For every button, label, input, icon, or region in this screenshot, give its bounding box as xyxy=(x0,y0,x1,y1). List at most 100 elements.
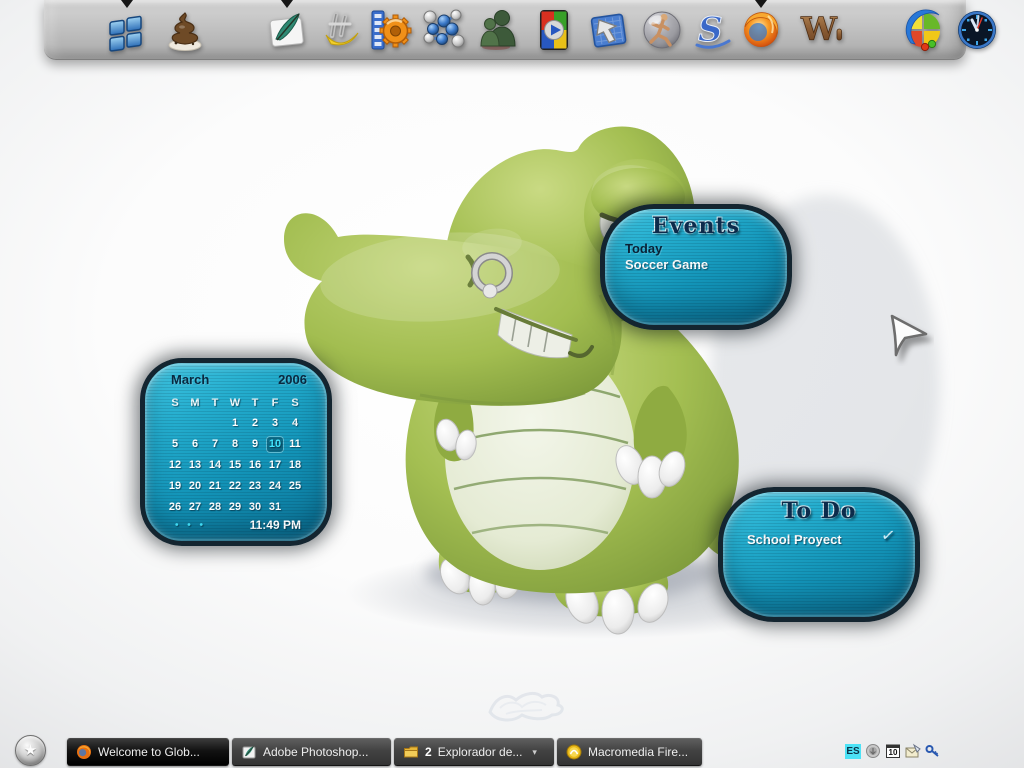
folder-go-icon[interactable] xyxy=(586,7,632,53)
calendar-day[interactable]: 28 xyxy=(206,499,224,516)
calendar-day[interactable]: 11 xyxy=(286,436,304,453)
top-dock: S W xyxy=(44,0,966,60)
mail-icon[interactable] xyxy=(905,743,921,759)
swish-s-icon[interactable]: S xyxy=(689,7,735,53)
calendar-day[interactable]: 26 xyxy=(166,499,184,516)
system-tray: ES 10 xyxy=(845,742,941,760)
start-orb-button[interactable]: ★ xyxy=(15,735,46,766)
svg-text:S: S xyxy=(698,10,723,50)
poser-figure-icon[interactable] xyxy=(639,7,685,53)
theme-pinwheel-icon[interactable] xyxy=(901,7,947,53)
update-globe-icon[interactable] xyxy=(865,743,881,759)
folder-icon xyxy=(403,744,419,760)
calendar-day[interactable]: 17 xyxy=(266,457,284,474)
events-entry[interactable]: Soccer Game xyxy=(625,257,708,272)
calendar-day[interactable]: 31 xyxy=(266,499,284,516)
calendar-day-selected[interactable]: 10 xyxy=(266,436,284,453)
calendar-clock: 11:49 PM xyxy=(250,518,301,532)
calendar-day[interactable]: 14 xyxy=(206,457,224,474)
star-icon: ★ xyxy=(24,743,37,758)
molecule-icon[interactable] xyxy=(421,7,467,53)
day-header: S xyxy=(171,397,178,409)
check-icon[interactable]: ✓ xyxy=(879,525,896,547)
video-gear-icon[interactable] xyxy=(368,7,414,53)
taskbar-button-firefox[interactable]: Welcome to Glob... xyxy=(67,738,229,766)
taskbar-button-fireworks[interactable]: Macromedia Fire... xyxy=(557,738,702,766)
calendar-day[interactable]: 5 xyxy=(166,436,184,453)
calendar-day[interactable]: 29 xyxy=(226,499,244,516)
tray-calendar-icon[interactable]: 10 xyxy=(885,743,901,759)
events-widget[interactable]: Events Today Soccer Game xyxy=(600,204,792,330)
day-header: F xyxy=(272,397,279,409)
poop-game-icon[interactable] xyxy=(162,7,208,53)
taskbar: Welcome to Glob... Adobe Photoshop... 2 … xyxy=(67,738,702,766)
calendar-day[interactable]: 27 xyxy=(186,499,204,516)
firefox-icon xyxy=(76,744,92,760)
calendar-day[interactable]: 2 xyxy=(246,415,264,432)
calendar-day[interactable]: 25 xyxy=(286,478,304,495)
day-header: T xyxy=(212,397,219,409)
calendar-day[interactable]: 1 xyxy=(226,415,244,432)
taskbar-button-photoshop[interactable]: Adobe Photoshop... xyxy=(232,738,391,766)
day-header: M xyxy=(190,397,199,409)
calendar-header: March 2006 xyxy=(171,372,307,387)
photoshop-feather-icon[interactable] xyxy=(264,7,310,53)
day-header: S xyxy=(291,397,298,409)
calendar-day[interactable]: 12 xyxy=(166,457,184,474)
calendar-day[interactable]: 30 xyxy=(246,499,264,516)
calendar-day[interactable]: 8 xyxy=(226,436,244,453)
group-count: 2 xyxy=(425,745,432,759)
calendar-day[interactable]: 15 xyxy=(226,457,244,474)
calendar-grid: S M T W T F S 1 2 3 4 5 6 7 8 9 10 11 12… xyxy=(165,392,305,518)
clock-icon[interactable] xyxy=(954,7,1000,53)
photoshop-icon xyxy=(241,744,257,760)
calendar-month: March xyxy=(171,372,209,387)
calendar-day[interactable]: 24 xyxy=(266,478,284,495)
calendar-day[interactable]: 3 xyxy=(266,415,284,432)
messenger-people-icon[interactable] xyxy=(474,7,520,53)
windows-icon[interactable] xyxy=(104,7,150,53)
fireworks-icon xyxy=(566,744,582,760)
key-icon[interactable] xyxy=(925,743,941,759)
firefox-icon[interactable] xyxy=(738,7,784,53)
calendar-day[interactable]: 6 xyxy=(186,436,204,453)
word-w-icon[interactable]: W xyxy=(799,7,845,53)
language-indicator[interactable]: ES xyxy=(845,744,861,759)
calendar-day[interactable]: 18 xyxy=(286,457,304,474)
calendar-day[interactable]: 21 xyxy=(206,478,224,495)
running-indicator xyxy=(121,0,133,8)
calendar-year: 2006 xyxy=(278,372,307,387)
svg-text:10: 10 xyxy=(889,748,898,757)
todo-title: To Do xyxy=(723,498,915,524)
calendar-day[interactable]: 23 xyxy=(246,478,264,495)
svg-text:W: W xyxy=(800,10,838,48)
todo-entry[interactable]: School Proyect xyxy=(747,532,842,547)
taskbar-button-label: Adobe Photoshop... xyxy=(263,745,368,759)
taskbar-button-label: Macromedia Fire... xyxy=(588,745,688,759)
taskbar-button-explorer-group[interactable]: 2 Explorador de... ▾ xyxy=(394,738,554,766)
calendar-widget[interactable]: March 2006 S M T W T F S 1 2 3 4 5 6 7 8… xyxy=(140,358,332,546)
media-player-icon[interactable] xyxy=(531,7,577,53)
running-indicator xyxy=(281,0,293,8)
calendar-day[interactable]: 13 xyxy=(186,457,204,474)
calendar-day[interactable]: 7 xyxy=(206,436,224,453)
calendar-day[interactable]: 4 xyxy=(286,415,304,432)
events-day-label: Today xyxy=(625,241,662,256)
calendar-day xyxy=(206,415,224,432)
chevron-down-icon[interactable]: ▾ xyxy=(532,747,537,758)
events-title: Events xyxy=(605,213,787,239)
day-header: T xyxy=(252,397,259,409)
calendar-day xyxy=(166,415,184,432)
calendar-day[interactable]: 20 xyxy=(186,478,204,495)
taskbar-button-label: Welcome to Glob... xyxy=(98,745,200,759)
calendar-day[interactable]: 22 xyxy=(226,478,244,495)
calendar-page-dots[interactable]: • • • xyxy=(175,520,206,531)
calendar-day[interactable]: 9 xyxy=(246,436,264,453)
mouse-cursor xyxy=(876,308,934,366)
calendar-day[interactable]: 19 xyxy=(166,478,184,495)
running-indicator xyxy=(755,0,767,8)
todo-widget[interactable]: To Do School Proyect ✓ xyxy=(718,487,920,622)
calendar-day xyxy=(286,499,304,516)
flash-icon[interactable] xyxy=(318,7,364,53)
calendar-day[interactable]: 16 xyxy=(246,457,264,474)
